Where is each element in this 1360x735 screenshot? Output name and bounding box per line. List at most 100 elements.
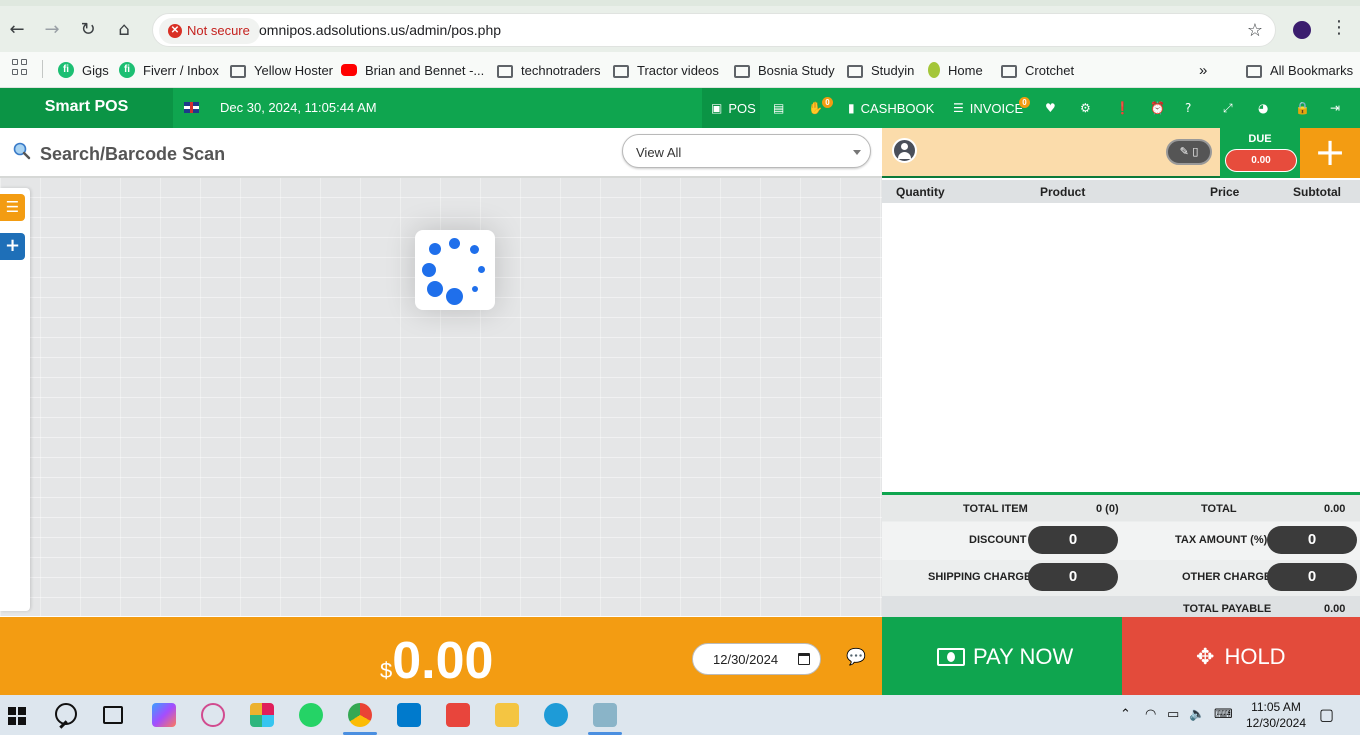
fiverr-icon: fi bbox=[58, 62, 74, 78]
tray-chevron-icon[interactable]: ⌃ bbox=[1120, 707, 1131, 722]
copilot-icon[interactable] bbox=[152, 703, 176, 727]
forward-icon[interactable]: → bbox=[38, 15, 66, 43]
logout-icon: ⇥ bbox=[1330, 101, 1341, 115]
address-bar[interactable]: ✕ Not secure omnipos.adsolutions.us/admi… bbox=[152, 13, 1276, 47]
bookmark-item[interactable]: Brian and Bennet -... bbox=[341, 59, 484, 81]
bookmark-item[interactable]: fi Gigs bbox=[58, 59, 109, 81]
bookmark-item[interactable]: Tractor videos bbox=[613, 59, 719, 81]
chat-note-icon[interactable]: 💬 bbox=[846, 647, 866, 666]
calendar-icon[interactable] bbox=[798, 653, 810, 665]
product-search-bar[interactable]: Search/Barcode Scan View All bbox=[0, 128, 882, 178]
nav-cashbook[interactable]: ▮ CASHBOOK bbox=[848, 88, 934, 128]
category-select[interactable]: View All bbox=[622, 134, 871, 168]
customer-avatar-icon[interactable] bbox=[892, 138, 917, 163]
windows-start-icon[interactable] bbox=[8, 707, 26, 725]
current-datetime: Dec 30, 2024, 11:05:44 AM bbox=[220, 100, 377, 115]
nav-alerts[interactable]: ❗ bbox=[1115, 88, 1130, 128]
wifi-icon[interactable]: ◠ bbox=[1145, 707, 1156, 722]
other-charge-input[interactable]: 0 bbox=[1267, 563, 1357, 591]
add-customer-button[interactable]: + bbox=[1300, 128, 1360, 178]
total-payable-value: 0.00 bbox=[1324, 603, 1346, 615]
system-clock[interactable]: 11:05 AM 12/30/2024 bbox=[1244, 699, 1308, 731]
notification-icon[interactable]: ▢ bbox=[1319, 705, 1334, 724]
os-taskbar: ⌃ ◠ ▭ 🔈 ⌨ 11:05 AM 12/30/2024 ▢ bbox=[0, 695, 1360, 735]
bookmark-label: technotraders bbox=[521, 62, 601, 78]
nav-alarm[interactable]: ⏰ bbox=[1150, 88, 1165, 128]
quick-sale-button[interactable]: ☰ bbox=[0, 194, 25, 221]
discount-input[interactable]: 0 bbox=[1028, 526, 1118, 554]
cart-items-list bbox=[882, 203, 1360, 492]
battery-icon[interactable]: ▭ bbox=[1167, 707, 1179, 722]
folder-icon bbox=[734, 64, 750, 78]
bookmark-star-icon[interactable]: ☆ bbox=[1247, 20, 1263, 41]
bookmark-item[interactable]: fi Fiverr / Inbox bbox=[119, 59, 219, 81]
fiverr-icon: fi bbox=[119, 62, 135, 78]
nav-cards[interactable]: ▤ bbox=[773, 88, 789, 128]
hold-button[interactable]: ✥ HOLD bbox=[1122, 617, 1360, 695]
file-explorer-icon[interactable] bbox=[495, 703, 519, 727]
keyboard-icon[interactable]: ⌨ bbox=[1214, 707, 1233, 722]
snipping-tool-icon[interactable] bbox=[201, 703, 225, 727]
bookmarks-overflow-button[interactable]: » bbox=[1199, 59, 1207, 81]
vscode-icon[interactable] bbox=[397, 703, 421, 727]
apps-grid-icon[interactable] bbox=[12, 59, 28, 75]
search-input[interactable]: Search/Barcode Scan bbox=[40, 144, 225, 165]
nav-help[interactable]: ? bbox=[1185, 88, 1191, 128]
customer-bar: ✎ ▯ DUE 0.00 + bbox=[882, 128, 1360, 178]
chevron-down-icon bbox=[853, 150, 861, 155]
back-icon[interactable]: ← bbox=[3, 15, 31, 43]
folder-icon bbox=[230, 64, 246, 78]
nav-hold-list[interactable]: ✋ 0 bbox=[808, 88, 833, 128]
anydesk-icon[interactable] bbox=[446, 703, 470, 727]
bookmark-item[interactable]: Bosnia Study bbox=[734, 59, 835, 81]
total-payable-label: TOTAL PAYABLE bbox=[1183, 603, 1272, 615]
nav-lock[interactable]: 🔒 bbox=[1295, 88, 1310, 128]
brand-title[interactable]: Smart POS bbox=[0, 88, 173, 128]
shipping-label: SHIPPING CHARGE bbox=[928, 571, 1032, 583]
sale-date-input[interactable]: 12/30/2024 bbox=[692, 643, 821, 675]
slack-icon[interactable] bbox=[250, 703, 274, 727]
bookmark-item[interactable]: Studyin bbox=[847, 59, 914, 81]
home-icon[interactable]: ⌂ bbox=[110, 15, 138, 43]
nav-favorites[interactable]: ♥ bbox=[1045, 88, 1056, 128]
edit-customer-button[interactable]: ✎ ▯ bbox=[1166, 139, 1212, 165]
payment-footer: $0.00 12/30/2024 💬 bbox=[0, 617, 882, 695]
hand-icon: ✋ bbox=[808, 101, 823, 115]
due-label: DUE bbox=[1248, 133, 1272, 145]
bookmark-item[interactable]: Yellow Hoster bbox=[230, 59, 333, 81]
nav-pos-label: POS bbox=[728, 100, 756, 116]
nav-invoice[interactable]: ☰ INVOICE 0 bbox=[953, 88, 1030, 128]
totals-panel: TOTAL ITEM 0 (0) TOTAL 0.00 DISCOUNT TAX… bbox=[882, 492, 1360, 620]
bookmark-item[interactable]: Home bbox=[928, 59, 983, 81]
nav-fullscreen[interactable]: ⤢ bbox=[1223, 88, 1233, 128]
chrome-icon[interactable] bbox=[348, 703, 372, 727]
security-chip[interactable]: ✕ Not secure bbox=[159, 18, 260, 44]
language-flag-icon[interactable] bbox=[184, 102, 199, 113]
profile-avatar[interactable] bbox=[1291, 19, 1313, 41]
url-text[interactable]: omnipos.adsolutions.us/admin/pos.php bbox=[259, 22, 501, 38]
volume-icon[interactable]: 🔈 bbox=[1189, 707, 1205, 722]
whatsapp-icon[interactable] bbox=[299, 703, 323, 727]
reload-icon[interactable]: ↻ bbox=[74, 15, 102, 43]
nav-pos[interactable]: ▣ POS bbox=[702, 88, 760, 128]
nav-settings[interactable]: ⚙ bbox=[1080, 88, 1091, 128]
menu-kebab-icon[interactable]: ⋮ bbox=[1330, 17, 1348, 38]
pay-now-button[interactable]: PAY NOW bbox=[882, 617, 1122, 695]
add-product-button[interactable]: + bbox=[0, 233, 25, 260]
app-window-icon[interactable] bbox=[593, 703, 617, 727]
nav-logout[interactable]: ⇥ bbox=[1330, 88, 1340, 128]
bookmarks-divider bbox=[42, 60, 43, 78]
bookmark-item[interactable]: Crotchet bbox=[1001, 59, 1074, 81]
shipping-input[interactable]: 0 bbox=[1028, 563, 1118, 591]
qq-icon[interactable] bbox=[544, 703, 568, 727]
currency-symbol: $ bbox=[380, 658, 393, 683]
taskbar-search-icon[interactable] bbox=[55, 703, 77, 725]
all-bookmarks-button[interactable]: All Bookmarks bbox=[1246, 59, 1353, 81]
bookmark-item[interactable]: technotraders bbox=[497, 59, 601, 81]
task-view-icon[interactable] bbox=[103, 706, 123, 724]
nav-reports[interactable]: ◕ bbox=[1258, 88, 1268, 128]
spinner-dot bbox=[449, 238, 460, 249]
tax-input[interactable]: 0 bbox=[1267, 526, 1357, 554]
spinner-dot bbox=[429, 243, 441, 255]
hold-count-badge: 0 bbox=[822, 97, 833, 108]
